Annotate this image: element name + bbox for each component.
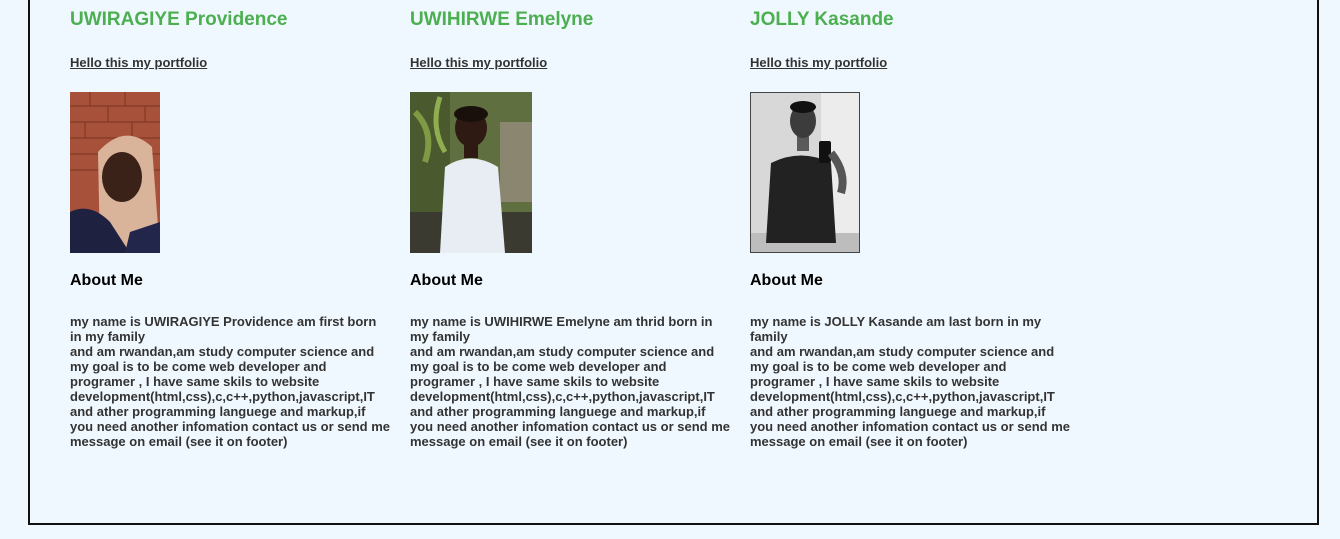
bio-intro: my name is JOLLY Kasande am last born in… bbox=[750, 314, 1042, 344]
profile-photo bbox=[750, 92, 860, 253]
profile-name: UWIRAGIYE Providence bbox=[70, 9, 288, 30]
profile-photo bbox=[410, 92, 532, 253]
bio-details: and am rwandan,am study computer science… bbox=[70, 344, 390, 449]
profile-photo bbox=[70, 92, 160, 253]
profile-photo-image bbox=[751, 93, 859, 252]
profile-photo-image bbox=[410, 92, 532, 253]
profile-name: UWIHIRWE Emelyne bbox=[410, 9, 594, 30]
portfolio-link[interactable]: Hello this my portfolio bbox=[750, 55, 887, 70]
team-section: UWIRAGIYE Providence Hello this my portf… bbox=[28, 0, 1319, 525]
portfolio-link[interactable]: Hello this my portfolio bbox=[410, 55, 547, 70]
about-text: my name is UWIRAGIYE Providence am first… bbox=[70, 314, 390, 449]
about-heading: About Me bbox=[750, 272, 823, 289]
about-heading: About Me bbox=[70, 272, 143, 289]
about-text: my name is UWIHIRWE Emelyne am thrid bor… bbox=[410, 314, 730, 449]
bio-details: and am rwandan,am study computer science… bbox=[410, 344, 730, 449]
profile-photo-image bbox=[70, 92, 160, 253]
bio-intro: my name is UWIHIRWE Emelyne am thrid bor… bbox=[410, 314, 713, 344]
bio-details: and am rwandan,am study computer science… bbox=[750, 344, 1070, 449]
bio-intro: my name is UWIRAGIYE Providence am first… bbox=[70, 314, 377, 344]
profile-name: JOLLY Kasande bbox=[750, 9, 894, 30]
about-text: my name is JOLLY Kasande am last born in… bbox=[750, 314, 1070, 449]
portfolio-link[interactable]: Hello this my portfolio bbox=[70, 55, 207, 70]
about-heading: About Me bbox=[410, 272, 483, 289]
